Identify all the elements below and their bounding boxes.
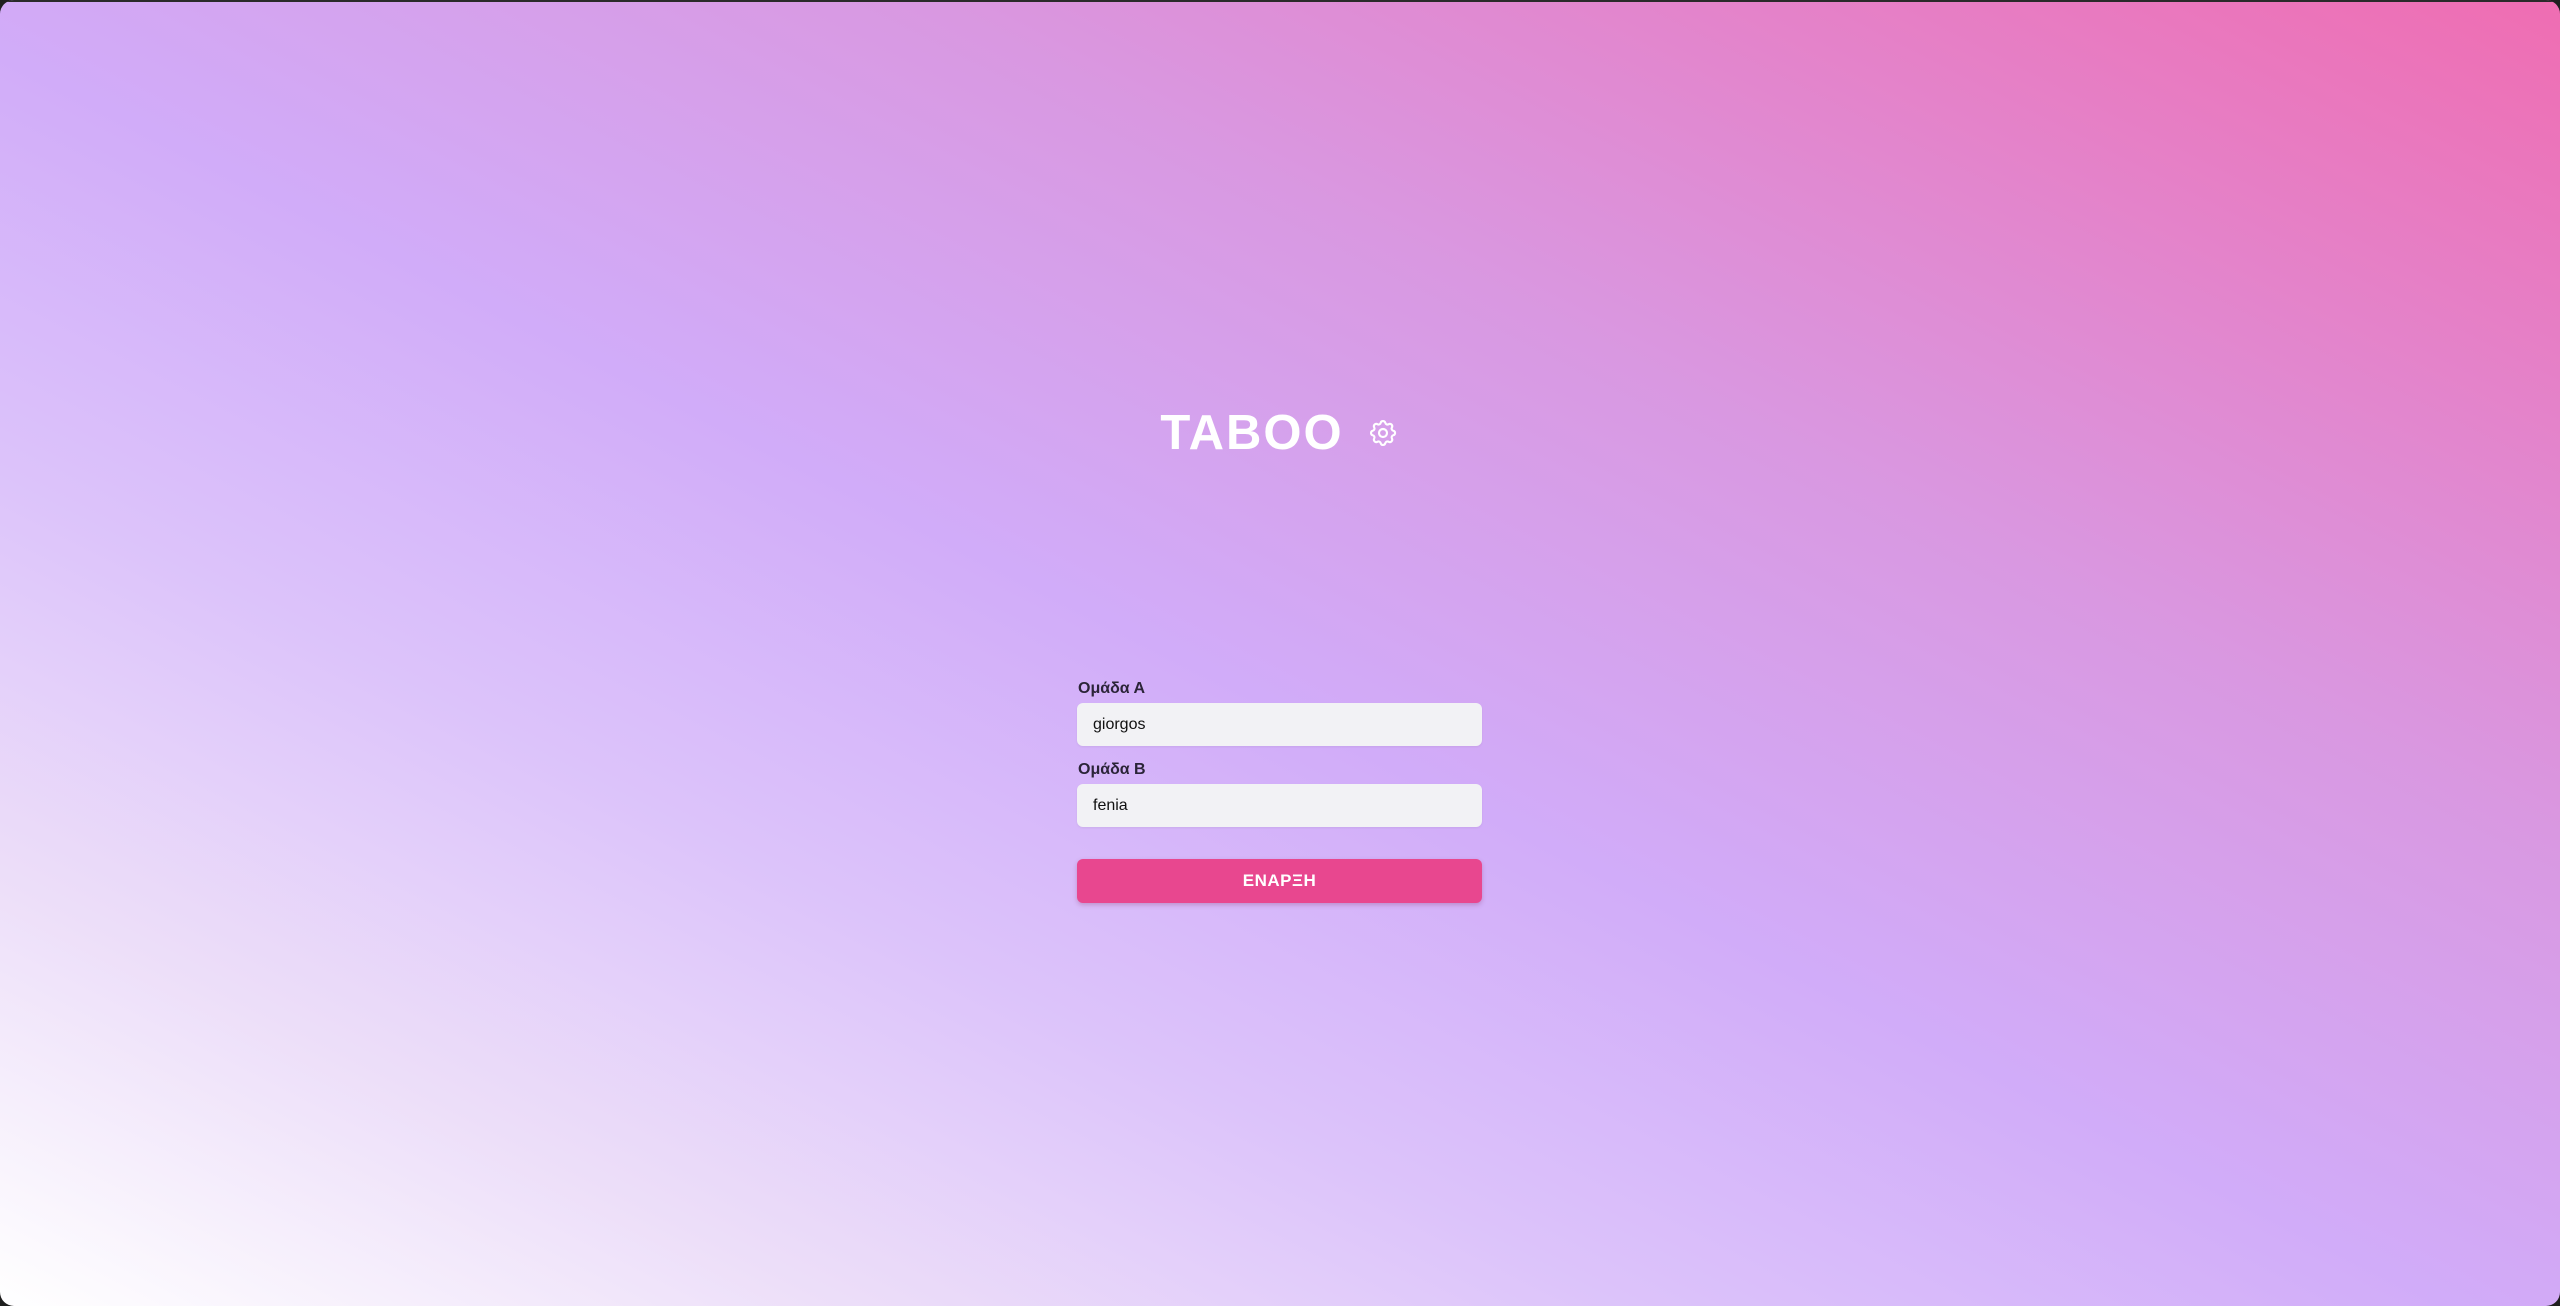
- start-button[interactable]: ΕΝΑΡΞΗ: [1077, 859, 1482, 903]
- team-a-input[interactable]: [1077, 703, 1482, 746]
- team-b-group: Ομάδα Β: [1077, 761, 1482, 827]
- team-b-input[interactable]: [1077, 784, 1482, 827]
- team-a-label: Ομάδα Α: [1078, 680, 1146, 697]
- team-b-label: Ομάδα Β: [1078, 761, 1146, 778]
- app-title: TABOO: [1160, 405, 1344, 460]
- window-top-edge: [0, 0, 2560, 2]
- app-window: TABOO Ομάδα Α Ομάδα Β ΕΝΑΡΞΗ: [0, 0, 2560, 1306]
- gear-icon: [1369, 419, 1396, 447]
- team-a-group: Ομάδα Α: [1077, 680, 1482, 746]
- teams-form: Ομάδα Α Ομάδα Β ΕΝΑΡΞΗ: [1077, 680, 1482, 903]
- header: TABOO: [0, 400, 2560, 466]
- settings-button[interactable]: [1366, 416, 1400, 450]
